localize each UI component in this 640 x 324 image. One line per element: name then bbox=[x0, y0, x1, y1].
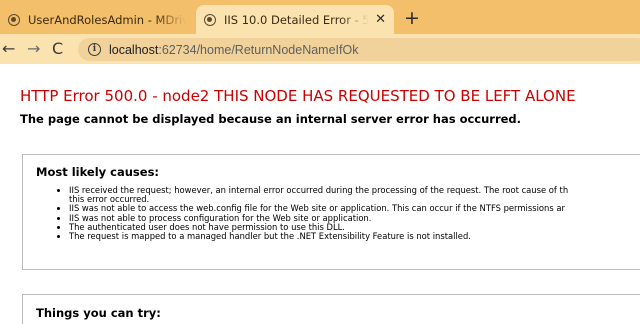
address-url[interactable]: localhost:62734/home/ReturnNodeNameIfOk bbox=[109, 43, 358, 57]
reload-button[interactable]: C bbox=[52, 39, 63, 59]
tab-title: UserAndRolesAdmin - MDrivenS bbox=[28, 12, 186, 27]
tab-iis-error[interactable]: IIS 10.0 Detailed Error - 500.0 - n ✕ bbox=[196, 5, 394, 34]
address-bar[interactable]: i localhost:62734/home/ReturnNodeNameIfO… bbox=[78, 38, 640, 61]
error-title: HTTP Error 500.0 - node2 THIS NODE HAS R… bbox=[20, 87, 576, 105]
tab-user-roles-admin[interactable]: UserAndRolesAdmin - MDrivenS bbox=[0, 5, 194, 34]
things-heading: Things you can try: bbox=[36, 306, 161, 320]
page-content: HTTP Error 500.0 - node2 THIS NODE HAS R… bbox=[0, 64, 640, 324]
browser-toolbar: ← → C i localhost:62734/home/ReturnNodeN… bbox=[0, 34, 640, 64]
list-item: IIS received the request; however, an in… bbox=[69, 185, 640, 204]
back-button[interactable]: ← bbox=[2, 39, 15, 59]
list-item-text: IIS received the request; however, an in… bbox=[69, 185, 569, 195]
things-box: Things you can try: bbox=[22, 294, 640, 324]
tab-strip: UserAndRolesAdmin - MDrivenS IIS 10.0 De… bbox=[0, 0, 640, 34]
site-icon bbox=[8, 13, 20, 26]
list-item-text: The request is mapped to a managed handl… bbox=[69, 231, 471, 242]
url-host: localhost bbox=[109, 42, 159, 57]
tab-title: IIS 10.0 Detailed Error - 500.0 - n bbox=[224, 12, 370, 27]
causes-list: IIS received the request; however, an in… bbox=[57, 185, 640, 242]
url-path: :62734/home/ReturnNodeNameIfOk bbox=[158, 42, 359, 57]
causes-box: Most likely causes: IIS received the req… bbox=[22, 154, 640, 270]
list-item: The request is mapped to a managed handl… bbox=[69, 231, 640, 242]
forward-button[interactable]: → bbox=[27, 39, 40, 59]
close-tab-icon[interactable]: ✕ bbox=[375, 12, 386, 27]
site-icon bbox=[204, 13, 216, 26]
causes-heading: Most likely causes: bbox=[36, 165, 160, 179]
new-tab-button[interactable]: + bbox=[404, 8, 420, 28]
info-icon[interactable]: i bbox=[88, 43, 101, 56]
error-subtitle: The page cannot be displayed because an … bbox=[20, 112, 522, 126]
